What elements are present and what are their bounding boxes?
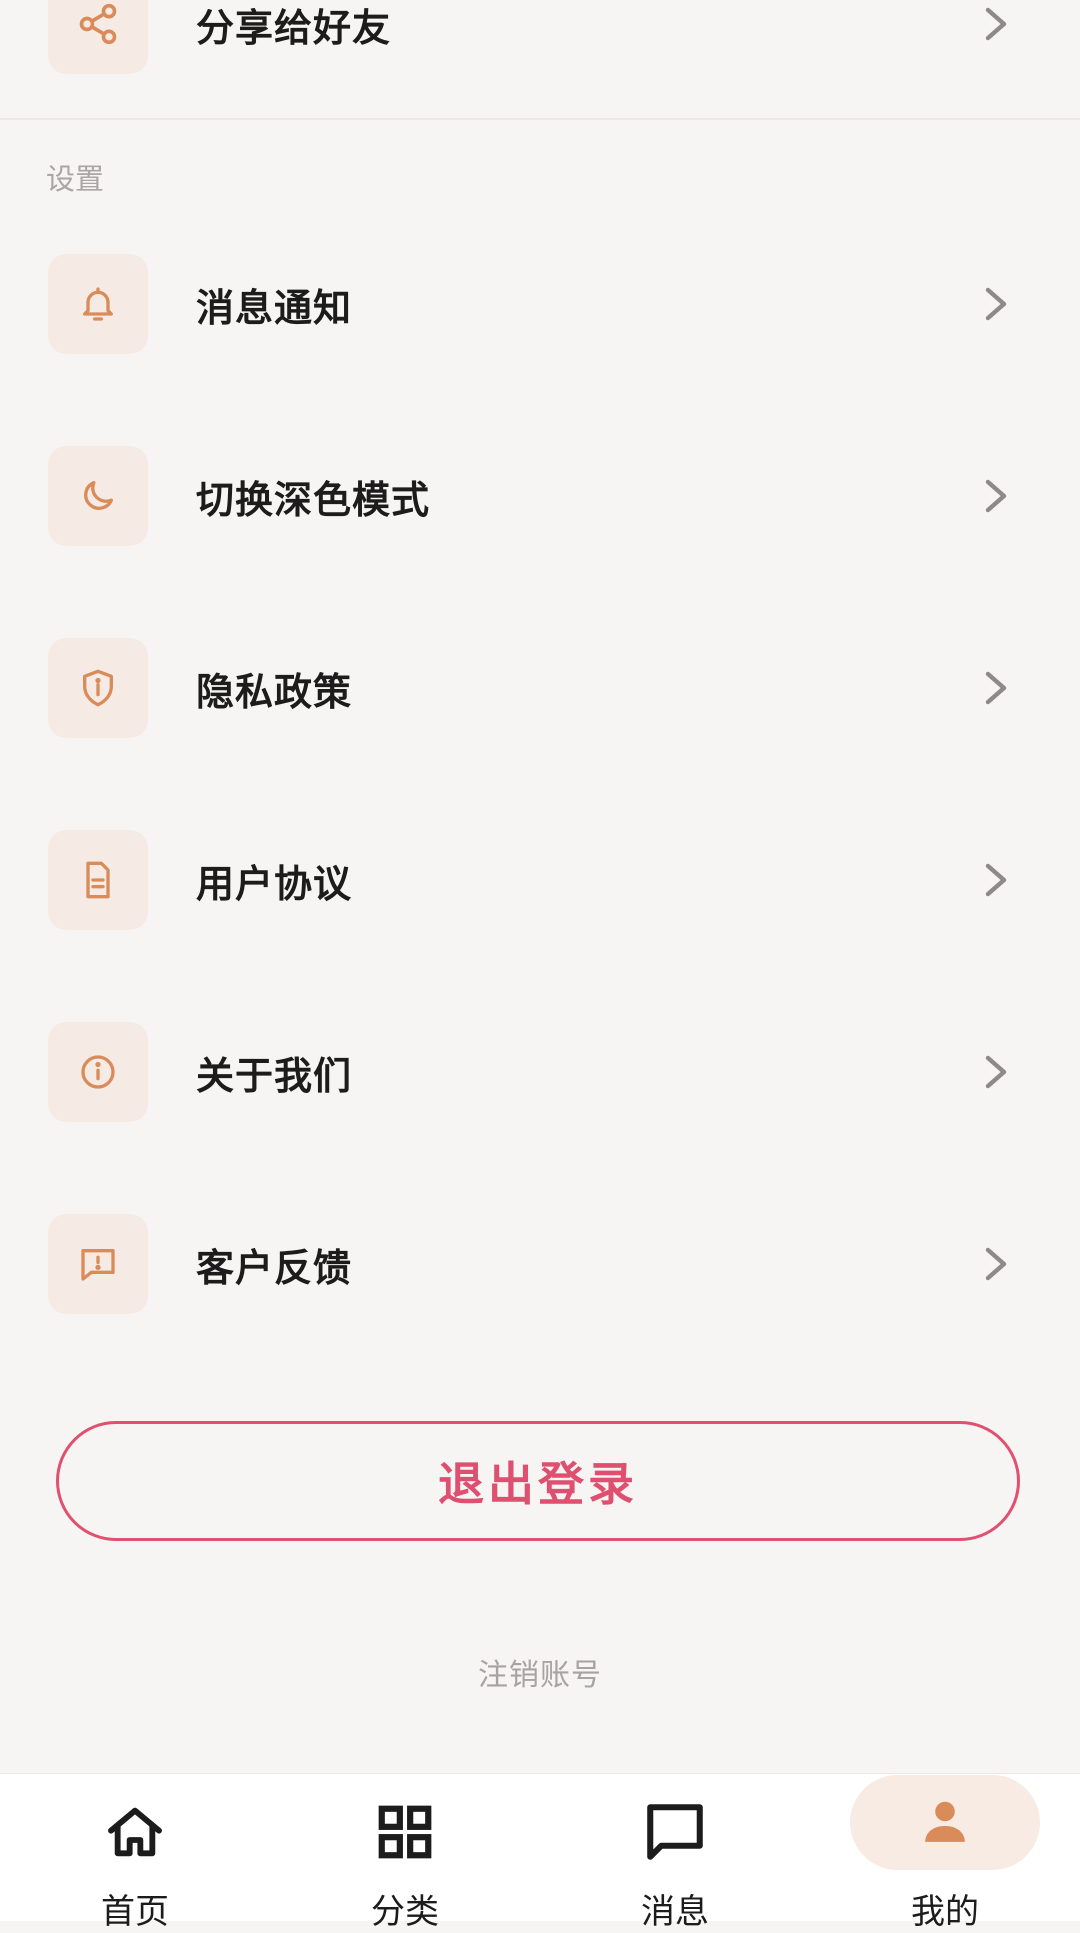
document-icon xyxy=(48,830,148,930)
shield-icon xyxy=(48,638,148,738)
menu-item-label: 消息通知 xyxy=(196,285,353,330)
menu-item-label: 切换深色模式 xyxy=(196,477,431,522)
info-icon xyxy=(48,1022,148,1122)
divider xyxy=(0,118,1080,120)
share-icon xyxy=(48,0,148,74)
chevron-right-icon xyxy=(978,862,1014,898)
tab-label: 首页 xyxy=(101,1892,169,1932)
menu-item-label: 隐私政策 xyxy=(196,669,353,714)
chevron-right-icon xyxy=(978,670,1014,706)
chevron-right-icon xyxy=(978,286,1014,322)
menu-item-about-us[interactable]: 关于我们 xyxy=(0,1012,1080,1132)
tab-messages[interactable]: 消息 xyxy=(540,1774,810,1932)
logout-button[interactable]: 退出登录 xyxy=(56,1421,1020,1541)
menu-item-label: 分享给好友 xyxy=(196,5,392,50)
home-icon xyxy=(95,1792,175,1872)
chevron-right-icon xyxy=(978,6,1014,42)
menu-item-dark-mode[interactable]: 切换深色模式 xyxy=(0,436,1080,556)
menu-item-user-agreement[interactable]: 用户协议 xyxy=(0,820,1080,940)
tab-label: 消息 xyxy=(641,1892,709,1932)
tab-label: 我的 xyxy=(911,1892,979,1932)
tab-label: 分类 xyxy=(371,1892,439,1932)
chevron-right-icon xyxy=(978,1054,1014,1090)
moon-icon xyxy=(48,446,148,546)
feedback-icon xyxy=(48,1214,148,1314)
menu-item-label: 用户协议 xyxy=(196,861,353,906)
tab-home[interactable]: 首页 xyxy=(0,1774,270,1932)
chevron-right-icon xyxy=(978,1246,1014,1282)
menu-item-feedback[interactable]: 客户反馈 xyxy=(0,1204,1080,1324)
bell-icon xyxy=(48,254,148,354)
menu-item-label: 关于我们 xyxy=(196,1053,353,1098)
cancel-account-link[interactable]: 注销账号 xyxy=(0,1650,1080,1694)
menu-item-label: 客户反馈 xyxy=(196,1245,353,1290)
menu-item-privacy-policy[interactable]: 隐私政策 xyxy=(0,628,1080,748)
section-title-settings: 设置 xyxy=(46,162,105,196)
user-icon xyxy=(905,1792,985,1852)
grid-icon xyxy=(365,1792,445,1872)
menu-item-share[interactable]: 分享给好友 xyxy=(0,0,1080,84)
menu-item-notifications[interactable]: 消息通知 xyxy=(0,244,1080,364)
tab-category[interactable]: 分类 xyxy=(270,1774,540,1932)
chevron-right-icon xyxy=(978,478,1014,514)
message-icon xyxy=(635,1792,715,1872)
